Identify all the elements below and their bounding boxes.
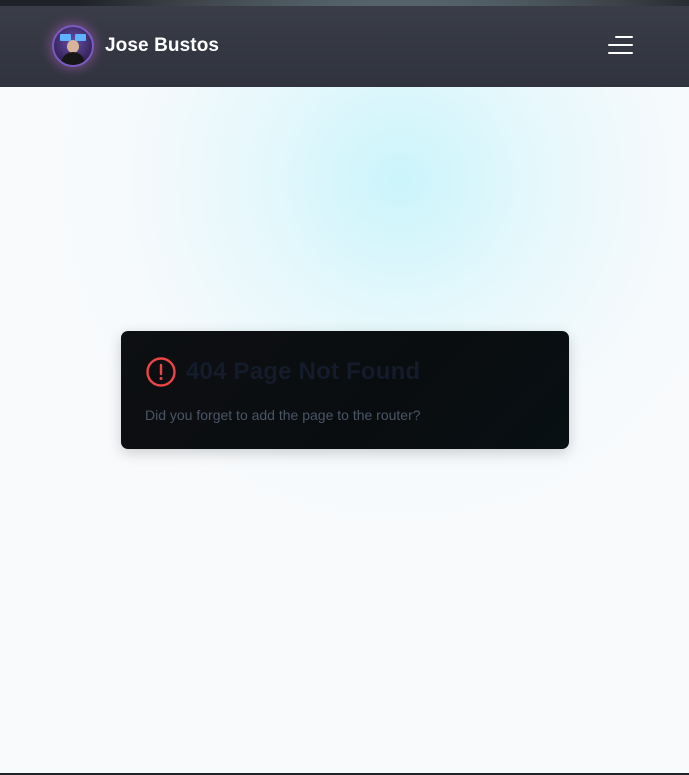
- error-card-header: 404 Page Not Found: [145, 356, 545, 388]
- brand-name: Jose Bustos: [105, 35, 220, 56]
- hamburger-menu-icon: [608, 44, 633, 46]
- hamburger-menu-icon: [608, 52, 633, 54]
- navbar: Jose Bustos: [0, 6, 689, 87]
- hamburger-menu-icon: [615, 36, 633, 38]
- error-card: 404 Page Not Found Did you forget to add…: [121, 331, 569, 449]
- avatar: [52, 25, 94, 67]
- error-message: Did you forget to add the page to the ro…: [145, 407, 421, 423]
- avatar-detail: [75, 34, 86, 41]
- alert-circle-icon: [146, 357, 176, 387]
- hamburger-menu-button[interactable]: [604, 33, 636, 61]
- error-title: 404 Page Not Found: [186, 358, 421, 385]
- brand-link[interactable]: Jose Bustos: [52, 25, 219, 67]
- avatar-detail: [61, 52, 85, 65]
- app-window: Jose Bustos 404 Page Not Found Did you f…: [0, 0, 689, 775]
